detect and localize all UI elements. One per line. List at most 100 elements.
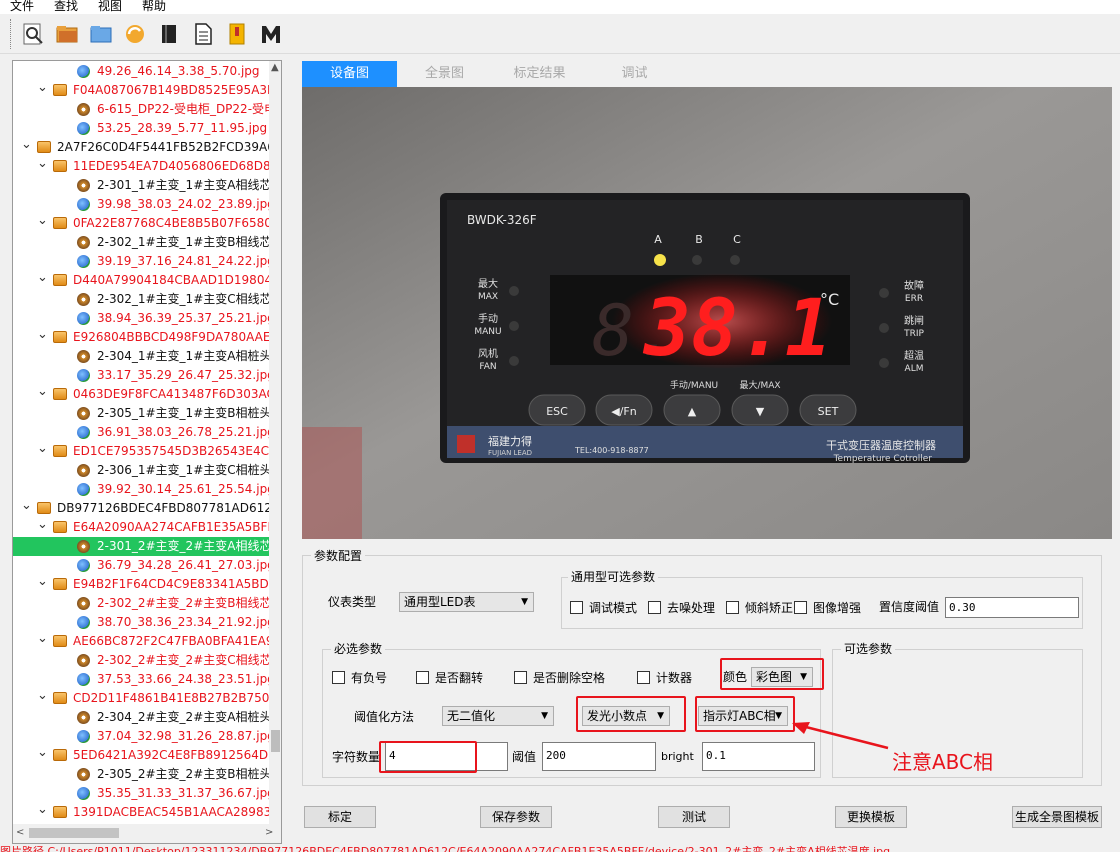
- general-check-2[interactable]: 倾斜矫正: [726, 599, 793, 616]
- required-check-3[interactable]: 计数器: [637, 669, 692, 686]
- tree-item[interactable]: 36.91_38.03_26.78_25.21.jpg: [13, 423, 269, 442]
- checkbox-icon[interactable]: [332, 671, 345, 684]
- document-icon[interactable]: [188, 18, 218, 50]
- tree-item[interactable]: 35.35_31.33_31.37_36.67.jpg: [13, 784, 269, 803]
- menu-0[interactable]: 文件: [0, 0, 44, 14]
- tree-item[interactable]: ⌄ 1391DACBEAC545B1AACA28983: [13, 803, 269, 822]
- tree-item[interactable]: 39.92_30.14_25.61_25.54.jpg: [13, 480, 269, 499]
- menu-2[interactable]: 视图: [88, 0, 132, 14]
- expand-chevron-icon[interactable]: ⌄: [37, 518, 48, 532]
- bookmark-icon[interactable]: [222, 18, 252, 50]
- folder-icon[interactable]: [86, 18, 116, 50]
- scroll-left-icon[interactable]: <: [16, 827, 24, 838]
- scroll-right-icon[interactable]: >: [265, 827, 273, 838]
- tree-item[interactable]: ⌄ E926804BBBCD498F9DA780AAE: [13, 328, 269, 347]
- threshold-input[interactable]: 200: [542, 742, 656, 771]
- tree-item[interactable]: 2-304_1#主变_1#主变A相桩头: [13, 347, 269, 366]
- action-button-4[interactable]: 生成全景图模板: [1012, 806, 1102, 828]
- threshold-method-select[interactable]: 无二值化 ▼: [442, 706, 554, 726]
- refresh-icon[interactable]: [120, 18, 150, 50]
- tree-item[interactable]: ⌄ 0FA22E87768C4BE8B5B07F6580: [13, 214, 269, 233]
- expand-chevron-icon[interactable]: ⌄: [37, 214, 48, 228]
- tree-item[interactable]: 6-615_DP22-受电柜_DP22-受电: [13, 100, 269, 119]
- tree-item[interactable]: 2-302_1#主变_1#主变C相线芯: [13, 290, 269, 309]
- general-check-3[interactable]: 图像增强: [794, 599, 861, 616]
- tree-item[interactable]: ⌄ CD2D11F4861B41E8B27B2B750C: [13, 689, 269, 708]
- tree-item[interactable]: 2-302_1#主变_1#主变B相线芯: [13, 233, 269, 252]
- horizontal-scroll-thumb[interactable]: [29, 828, 119, 838]
- expand-chevron-icon[interactable]: ⌄: [21, 138, 32, 152]
- expand-chevron-icon[interactable]: ⌄: [37, 803, 48, 817]
- menu-3[interactable]: 帮助: [132, 0, 176, 14]
- tree-item[interactable]: 2-305_1#主变_1#主变B相桩头: [13, 404, 269, 423]
- scroll-up-icon[interactable]: ▲: [271, 62, 279, 73]
- tree-item[interactable]: ⌄ E64A2090AA274CAFB1E35A5BFF: [13, 518, 269, 537]
- expand-chevron-icon[interactable]: ⌄: [37, 442, 48, 456]
- tree-item[interactable]: ⌄ 2A7F26C0D4F5441FB52B2FCD39A69: [13, 138, 269, 157]
- expand-chevron-icon[interactable]: ⌄: [37, 689, 48, 703]
- expand-chevron-icon[interactable]: ⌄: [37, 632, 48, 646]
- file-tree[interactable]: 49.26_46.14_3.38_5.70.jpg ⌄ F04A087067B149…: [12, 60, 282, 844]
- horizontal-scrollbar[interactable]: < >: [13, 824, 281, 843]
- required-check-0[interactable]: 有负号: [332, 669, 387, 686]
- tab-0[interactable]: 设备图: [302, 61, 397, 87]
- menu-1[interactable]: 查找: [44, 0, 88, 14]
- action-button-0[interactable]: 标定: [304, 806, 376, 828]
- search-icon[interactable]: [18, 18, 48, 50]
- tree-item[interactable]: 36.79_34.28_26.41_27.03.jpg: [13, 556, 269, 575]
- expand-chevron-icon[interactable]: ⌄: [37, 575, 48, 589]
- tree-item[interactable]: ⌄ 5ED6421A392C4E8FB8912564DE: [13, 746, 269, 765]
- tree-item[interactable]: 37.53_33.66_24.38_23.51.jpg: [13, 670, 269, 689]
- m-icon[interactable]: [256, 18, 286, 50]
- tree-item[interactable]: 49.26_46.14_3.38_5.70.jpg: [13, 62, 269, 81]
- tab-2[interactable]: 标定结果: [492, 61, 587, 87]
- meter-type-select[interactable]: 通用型LED表 ▼: [399, 592, 534, 612]
- action-button-1[interactable]: 保存参数: [480, 806, 552, 828]
- general-check-1[interactable]: 去噪处理: [648, 599, 715, 616]
- open-folder-icon[interactable]: [52, 18, 82, 50]
- tab-3[interactable]: 调试: [587, 61, 682, 87]
- checkbox-icon[interactable]: [416, 671, 429, 684]
- expand-chevron-icon[interactable]: ⌄: [37, 157, 48, 171]
- tree-item[interactable]: 53.25_28.39_5.77_11.95.jpg: [13, 119, 269, 138]
- tree-item[interactable]: ⌄ 0463DE9F8FCA413487F6D303AC: [13, 385, 269, 404]
- vertical-scrollbar[interactable]: ▲: [269, 61, 281, 824]
- action-button-2[interactable]: 测试: [658, 806, 730, 828]
- tree-item[interactable]: 2-306_1#主变_1#主变C相桩头: [13, 461, 269, 480]
- expand-chevron-icon[interactable]: ⌄: [37, 746, 48, 760]
- checkbox-icon[interactable]: [648, 601, 661, 614]
- checkbox-icon[interactable]: [726, 601, 739, 614]
- checkbox-icon[interactable]: [794, 601, 807, 614]
- tree-item[interactable]: 2-301_2#主变_2#主变A相线芯: [13, 537, 269, 556]
- vertical-scroll-thumb[interactable]: [271, 730, 280, 752]
- expand-chevron-icon[interactable]: ⌄: [37, 385, 48, 399]
- tree-item[interactable]: 33.17_35.29_26.47_25.32.jpg: [13, 366, 269, 385]
- tree-item[interactable]: ⌄ 11EDE954EA7D4056806ED68D8: [13, 157, 269, 176]
- expand-chevron-icon[interactable]: ⌄: [37, 81, 48, 95]
- tree-item[interactable]: 2-304_2#主变_2#主变A相桩头: [13, 708, 269, 727]
- required-check-1[interactable]: 是否翻转: [416, 669, 483, 686]
- action-button-3[interactable]: 更换模板: [835, 806, 907, 828]
- tree-item[interactable]: 2-302_2#主变_2#主变C相线芯: [13, 651, 269, 670]
- expand-chevron-icon[interactable]: ⌄: [37, 271, 48, 285]
- tree-item[interactable]: 38.70_38.36_23.34_21.92.jpg: [13, 613, 269, 632]
- checkbox-icon[interactable]: [570, 601, 583, 614]
- tree-item[interactable]: ⌄ ED1CE795357545D3B26543E4CC: [13, 442, 269, 461]
- tree-item[interactable]: 38.94_36.39_25.37_25.21.jpg: [13, 309, 269, 328]
- book-icon[interactable]: [154, 18, 184, 50]
- tab-1[interactable]: 全景图: [397, 61, 492, 87]
- checkbox-icon[interactable]: [637, 671, 650, 684]
- general-check-0[interactable]: 调试模式: [570, 599, 637, 616]
- tree-item[interactable]: 2-302_2#主变_2#主变B相线芯: [13, 594, 269, 613]
- expand-chevron-icon[interactable]: ⌄: [37, 328, 48, 342]
- tree-item[interactable]: ⌄ F04A087067B149BD8525E95A3B: [13, 81, 269, 100]
- tree-item[interactable]: 39.98_38.03_24.02_23.89.jpg: [13, 195, 269, 214]
- tree-item[interactable]: 39.19_37.16_24.81_24.22.jpg: [13, 252, 269, 271]
- tree-item[interactable]: ⌄ DB977126BDEC4FBD807781AD612C: [13, 499, 269, 518]
- tree-item[interactable]: 2-301_1#主变_1#主变A相线芯: [13, 176, 269, 195]
- required-check-2[interactable]: 是否删除空格: [514, 669, 605, 686]
- tree-item[interactable]: ⌄ E94B2F1F64CD4C9E83341A5BD9: [13, 575, 269, 594]
- tree-item[interactable]: ⌄ D440A79904184CBAAD1D19804: [13, 271, 269, 290]
- expand-chevron-icon[interactable]: ⌄: [21, 499, 32, 513]
- checkbox-icon[interactable]: [514, 671, 527, 684]
